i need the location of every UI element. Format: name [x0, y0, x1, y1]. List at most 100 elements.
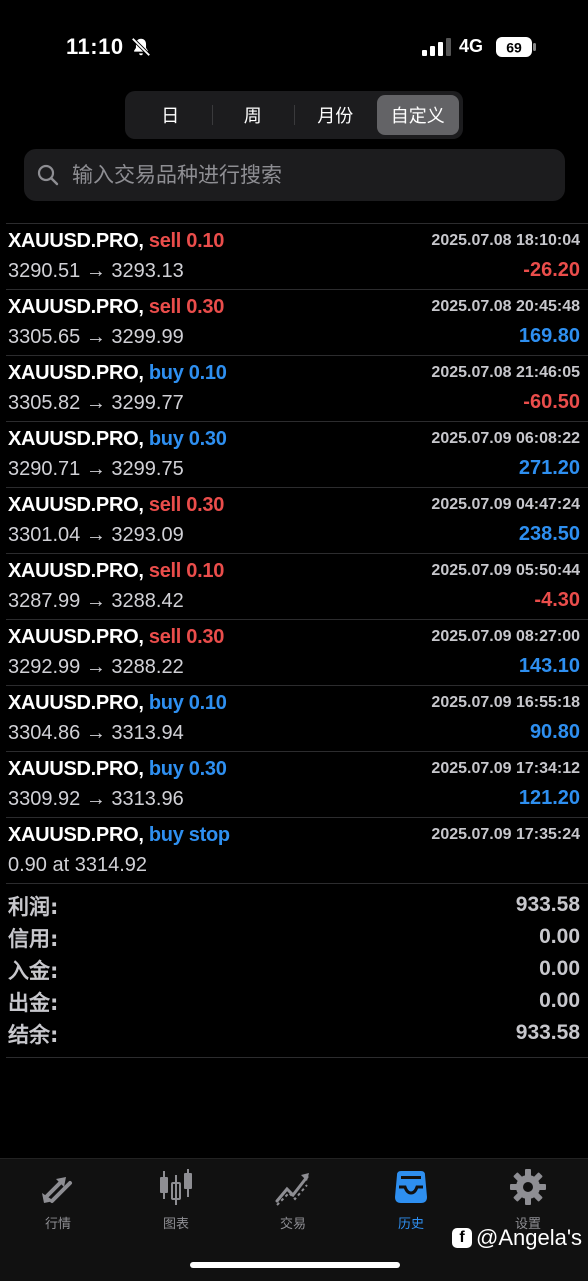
status-bar: 11:10 4G 69: [0, 0, 588, 90]
summary-value: 0.00: [539, 989, 580, 1012]
trade-symbol-line: XAUUSD.PRO, sell 0.10: [8, 560, 224, 583]
watermark: f @Angela's: [452, 1225, 582, 1251]
trade-profit: 121.20: [518, 787, 580, 809]
trade-profit: -60.50: [523, 391, 580, 413]
trade-symbol: XAUUSD.PRO,: [8, 824, 144, 846]
summary-value: 0.00: [539, 925, 580, 948]
search-input[interactable]: [70, 162, 534, 188]
trade-row[interactable]: XAUUSD.PRO, sell 0.30 2025.07.08 20:45:4…: [6, 289, 588, 355]
battery-icon: 69: [496, 37, 536, 57]
trade-datetime: 2025.07.09 17:34:12: [431, 760, 580, 777]
trade-chart-icon: [275, 1173, 309, 1206]
trade-symbol: XAUUSD.PRO,: [8, 296, 144, 318]
summary-label: 结余:: [8, 1023, 59, 1047]
trade-profit: 238.50: [518, 523, 580, 545]
search-icon: [37, 164, 59, 186]
trade-symbol-line: XAUUSD.PRO, sell 0.30: [8, 626, 224, 649]
tab-label: 历史: [397, 1217, 424, 1232]
summary-value: 933.58: [515, 1021, 580, 1044]
trade-symbol: XAUUSD.PRO,: [8, 626, 144, 648]
trade-datetime: 2025.07.09 17:35:24: [431, 826, 580, 843]
account-summary: 利润: 933.58 信用: 0.00 入金: 0.00 出金: 0.00 结余…: [6, 889, 588, 1058]
summary-row-balance: 结余: 933.58: [6, 1017, 588, 1049]
tab-label: 图表: [162, 1217, 189, 1232]
tab-quotes[interactable]: 行情: [8, 1167, 108, 1232]
trade-datetime: 2025.07.09 06:08:22: [431, 430, 580, 447]
trade-side: buy 0.10: [148, 692, 227, 714]
trade-profit: 90.80: [529, 721, 580, 743]
cellular-signal-icon: [422, 38, 451, 56]
trade-symbol: XAUUSD.PRO,: [8, 494, 144, 516]
trade-symbol: XAUUSD.PRO,: [8, 560, 144, 582]
history-inbox-icon: [395, 1171, 427, 1203]
trade-side: sell 0.10: [148, 230, 225, 252]
trade-prices: 3292.99 → 3288.22: [8, 656, 184, 678]
trade-history-list: XAUUSD.PRO, sell 0.10 2025.07.08 18:10:0…: [6, 223, 588, 884]
trade-row[interactable]: XAUUSD.PRO, sell 0.30 2025.07.09 04:47:2…: [6, 487, 588, 553]
trade-profit: 169.80: [518, 325, 580, 347]
trade-datetime: 2025.07.08 21:46:05: [431, 364, 580, 381]
tab-history[interactable]: 历史: [361, 1167, 461, 1232]
trade-datetime: 2025.07.09 16:55:18: [431, 694, 580, 711]
trade-profit: -4.30: [534, 589, 580, 611]
trade-side: sell 0.10: [148, 560, 225, 582]
tab-custom[interactable]: 自定义: [376, 95, 459, 135]
network-type: 4G: [459, 36, 484, 56]
trade-prices: 3287.99 → 3288.42: [8, 590, 184, 612]
tab-settings[interactable]: 设置: [478, 1167, 578, 1232]
trade-symbol-line: XAUUSD.PRO, sell 0.10: [8, 230, 224, 253]
trade-row[interactable]: XAUUSD.PRO, sell 0.10 2025.07.09 05:50:4…: [6, 553, 588, 619]
watermark-text: @Angela's: [476, 1225, 583, 1250]
battery-level: 69: [506, 40, 522, 56]
trade-symbol-line: XAUUSD.PRO, sell 0.30: [8, 494, 224, 517]
tab-trade[interactable]: 交易: [243, 1167, 343, 1232]
trade-prices: 3305.65 → 3299.99: [8, 326, 184, 348]
tab-month[interactable]: 月份: [294, 95, 377, 135]
trade-symbol-line: XAUUSD.PRO, buy stop: [8, 824, 230, 847]
trade-profit: 271.20: [518, 457, 580, 479]
trade-symbol-line: XAUUSD.PRO, buy 0.30: [8, 428, 227, 451]
trade-prices: 0.90 at 3314.92: [8, 854, 148, 876]
tab-week[interactable]: 周: [211, 95, 295, 135]
tab-chart[interactable]: 图表: [126, 1167, 226, 1232]
summary-value: 0.00: [539, 957, 580, 980]
tab-day[interactable]: 日: [129, 95, 212, 135]
summary-value: 933.58: [515, 893, 580, 916]
summary-label: 利润:: [8, 895, 59, 919]
trade-datetime: 2025.07.09 05:50:44: [431, 562, 580, 579]
trade-side: sell 0.30: [148, 626, 225, 648]
gear-icon: [510, 1169, 546, 1205]
trade-row[interactable]: XAUUSD.PRO, sell 0.10 2025.07.08 18:10:0…: [6, 223, 588, 289]
home-indicator[interactable]: [190, 1262, 400, 1268]
quotes-arrows-icon: [42, 1177, 72, 1203]
trade-prices: 3305.82 → 3299.77: [8, 392, 184, 414]
trade-row[interactable]: XAUUSD.PRO, buy stop 2025.07.09 17:35:24…: [6, 817, 588, 884]
trade-row[interactable]: XAUUSD.PRO, sell 0.30 2025.07.09 08:27:0…: [6, 619, 588, 685]
trade-row[interactable]: XAUUSD.PRO, buy 0.10 2025.07.08 21:46:05…: [6, 355, 588, 421]
trade-row[interactable]: XAUUSD.PRO, buy 0.30 2025.07.09 06:08:22…: [6, 421, 588, 487]
period-segmented-control: 日 周 月份 自定义: [125, 91, 463, 139]
facebook-icon: f: [452, 1228, 472, 1248]
trade-side: sell 0.30: [148, 494, 225, 516]
trade-row[interactable]: XAUUSD.PRO, buy 0.30 2025.07.09 17:34:12…: [6, 751, 588, 817]
trade-symbol: XAUUSD.PRO,: [8, 758, 144, 780]
trade-side: buy 0.10: [148, 362, 227, 384]
trade-profit: 143.10: [518, 655, 580, 677]
trade-profit: -26.20: [523, 259, 580, 281]
trade-row[interactable]: XAUUSD.PRO, buy 0.10 2025.07.09 16:55:18…: [6, 685, 588, 751]
summary-label: 出金:: [8, 991, 59, 1015]
trade-prices: 3301.04 → 3293.09: [8, 524, 184, 546]
summary-label: 信用:: [8, 927, 59, 951]
bell-muted-icon: [131, 37, 151, 57]
summary-label: 入金:: [8, 959, 59, 983]
summary-row-profit: 利润: 933.58: [6, 889, 588, 921]
summary-row-credit: 信用: 0.00: [6, 921, 588, 953]
trade-side: buy stop: [148, 824, 230, 846]
trade-symbol-line: XAUUSD.PRO, buy 0.10: [8, 362, 227, 385]
search-bar[interactable]: [24, 149, 565, 201]
trade-symbol-line: XAUUSD.PRO, buy 0.30: [8, 758, 227, 781]
trade-datetime: 2025.07.09 04:47:24: [431, 496, 580, 513]
trade-datetime: 2025.07.08 18:10:04: [431, 232, 580, 249]
trade-symbol-line: XAUUSD.PRO, sell 0.30: [8, 296, 224, 319]
summary-row-deposit: 入金: 0.00: [6, 953, 588, 985]
